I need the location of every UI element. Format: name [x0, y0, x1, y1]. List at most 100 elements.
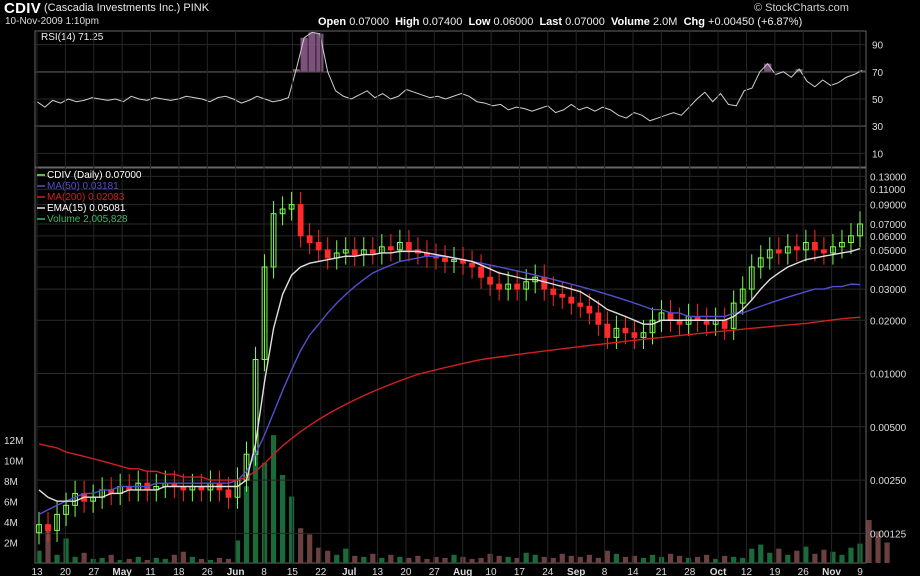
volume-bar — [866, 520, 872, 563]
volume-bar — [595, 557, 601, 563]
volume-bar — [758, 544, 764, 563]
volume-bar — [749, 548, 755, 563]
volume-bar — [144, 559, 150, 563]
x-tick-label: Nov — [822, 567, 841, 576]
rsi-tick-label: 90 — [872, 41, 884, 52]
volume-bar — [884, 542, 890, 563]
x-tick-label: 26 — [202, 567, 214, 576]
volume-bar — [180, 551, 186, 563]
volume-bar — [207, 559, 214, 563]
x-tick-label: 13 — [372, 567, 384, 576]
volume-bar — [649, 554, 656, 563]
volume-bar — [325, 550, 331, 563]
price-tick-label: 0.07000 — [870, 220, 907, 231]
volume-bar — [505, 556, 511, 563]
down-candle — [586, 305, 593, 314]
volume-bar — [370, 553, 376, 563]
volume-bar — [451, 554, 457, 563]
volume-bar — [90, 558, 96, 563]
volume-bar — [722, 555, 728, 563]
down-candle — [469, 262, 475, 268]
down-candle — [550, 288, 557, 295]
volume-bar — [523, 552, 529, 563]
down-candle — [577, 302, 584, 307]
x-tick-label: 8 — [602, 567, 608, 576]
ema15-line — [38, 247, 861, 502]
price-tick-label: 0.00250 — [870, 476, 907, 487]
volume-bar — [289, 496, 295, 563]
down-candle — [622, 327, 629, 334]
legend-entry: Volume 2,005,828 — [47, 214, 128, 225]
volume-bar — [568, 555, 574, 563]
volume-tick-label: 6M — [4, 498, 18, 509]
volume-bar — [685, 557, 692, 563]
price-tick-label: 0.11000 — [870, 185, 906, 196]
down-candle — [667, 312, 674, 321]
chart-window: { "header": { "ticker": "CDIV", "company… — [0, 0, 920, 576]
rsi-tick-label: 70 — [872, 68, 884, 79]
price-tick-label: 0.01000 — [870, 370, 907, 381]
volume-bar — [812, 553, 818, 563]
volume-bar — [640, 557, 647, 563]
rsi-overbought-fill — [292, 32, 866, 72]
volume-bar — [740, 557, 746, 563]
x-tick-label: 21 — [656, 567, 668, 576]
down-candle — [478, 266, 484, 278]
legend-entry: EMA(15) 0.05081 — [47, 203, 126, 214]
down-candle — [631, 332, 638, 338]
ma50-line — [38, 255, 861, 516]
legend-entry: MA(50) 0.03181 — [47, 181, 119, 192]
volume-bar — [279, 475, 286, 563]
volume-bar — [776, 548, 782, 563]
chart-canvas: 90 70 50 30 10 RSI(14) 71.25 12M 10M 8M 6M 4M 2M 0.1… — [4, 30, 907, 576]
volume-bar — [478, 557, 484, 563]
x-tick-label: 22 — [315, 567, 327, 576]
price-tick-label: 0.06000 — [870, 232, 907, 243]
price-tick-label: 0.02000 — [870, 316, 907, 327]
down-candle — [721, 319, 728, 329]
volume-bar — [821, 549, 827, 563]
x-tick-label: 17 — [514, 567, 526, 576]
volume-bar — [261, 462, 268, 563]
volume-bar — [343, 548, 349, 563]
x-tick-label: Jun — [227, 567, 245, 576]
down-candle — [821, 249, 827, 254]
down-candle — [315, 242, 322, 251]
volume-bar — [785, 554, 791, 563]
x-tick-label: 19 — [769, 567, 781, 576]
down-candle — [559, 293, 566, 298]
volume-bar — [731, 556, 737, 563]
x-tick-label: Jul — [342, 567, 357, 576]
x-tick-label: 27 — [88, 567, 100, 576]
volume-bar — [794, 550, 800, 563]
down-candle — [324, 249, 331, 259]
volume-bar — [541, 556, 547, 563]
down-candle — [595, 312, 602, 325]
volume-bar — [487, 553, 493, 563]
down-candle — [297, 204, 304, 237]
volume-bar — [577, 556, 583, 563]
x-tick-label: Oct — [710, 567, 727, 576]
rsi-line — [36, 31, 863, 122]
volume-tick-label: 8M — [4, 477, 18, 488]
volume-bar — [334, 554, 340, 563]
volume-bar — [695, 556, 701, 563]
down-candle — [487, 276, 493, 285]
price-tick-label: 0.00125 — [870, 529, 907, 540]
down-candle — [811, 242, 818, 251]
volume-bar — [307, 534, 313, 563]
down-candle — [369, 249, 376, 254]
volume-bar — [379, 557, 385, 563]
volume-bar — [388, 554, 394, 563]
price-panel-frame — [34, 167, 867, 564]
down-candle — [514, 283, 521, 290]
down-candle — [541, 276, 548, 290]
volume-bar — [406, 557, 412, 563]
down-candle — [442, 257, 448, 262]
volume-bar — [216, 557, 223, 563]
x-tick-label: May — [112, 567, 132, 576]
volume-bar — [496, 555, 502, 563]
volume-bar — [586, 554, 592, 563]
down-candle — [387, 246, 394, 251]
volume-bar — [550, 557, 556, 563]
